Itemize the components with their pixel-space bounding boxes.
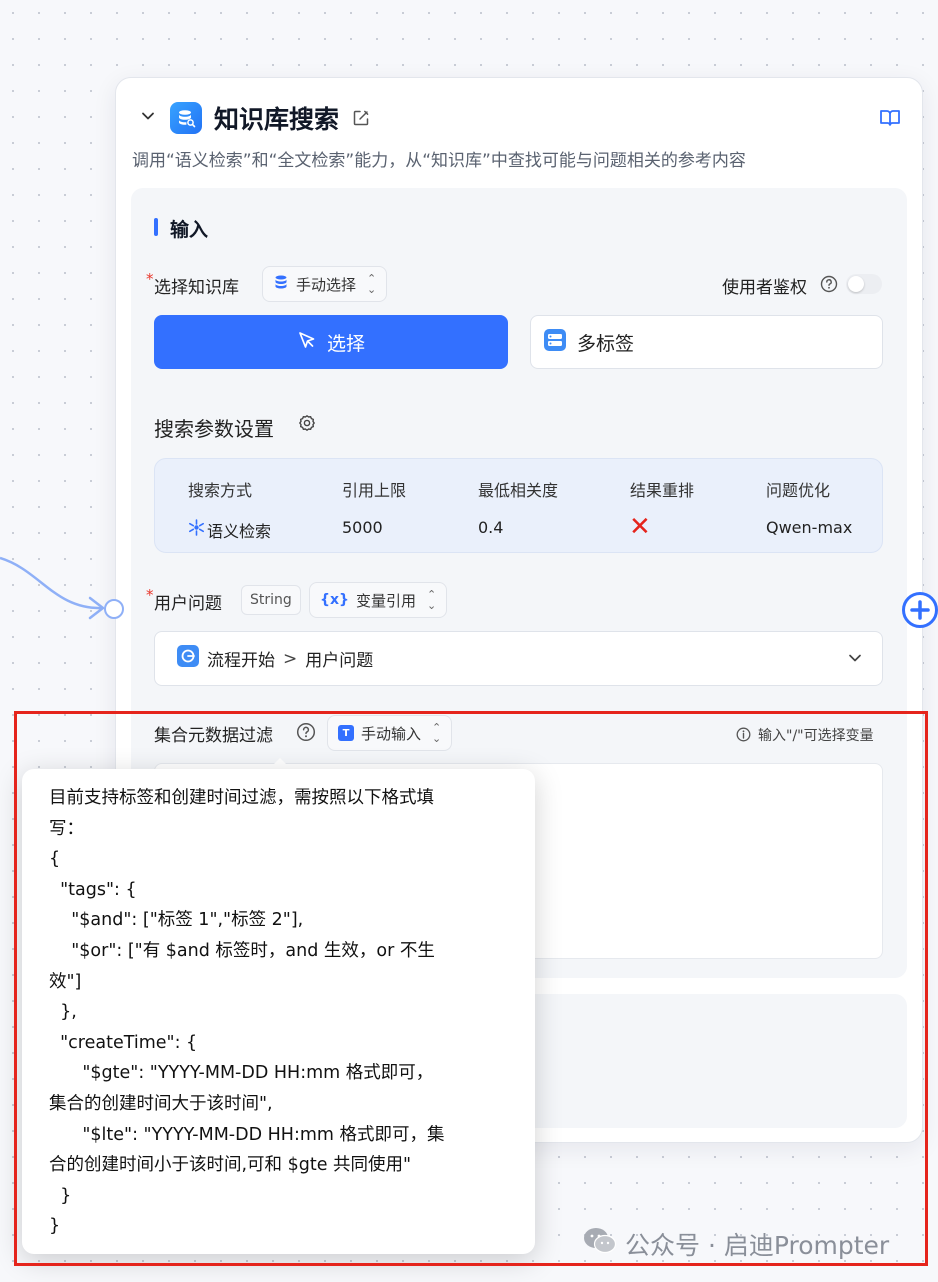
question-variable-select[interactable]: 流程开始 > 用户问题 (154, 631, 883, 686)
collapse-chevron-icon[interactable] (140, 108, 156, 128)
variable-separator: > (283, 648, 298, 669)
tooltip-line: } (49, 1185, 72, 1206)
variable-hint: 输入"/"可选择变量 (758, 728, 874, 744)
section-title-input: 输入 (170, 219, 209, 241)
user-auth-label: 使用者鉴权 (722, 278, 807, 298)
variable-field: 用户问题 (305, 651, 374, 671)
database-search-icon (170, 102, 202, 134)
semantic-search-icon (188, 519, 205, 540)
input-handle[interactable] (104, 599, 124, 619)
chevron-down-icon (847, 650, 863, 671)
metadata-filter-tooltip: 目前支持标签和创建时间过滤，需按照以下格式填 写： { "tags": { "$… (22, 769, 535, 1254)
updown-chevron-icon: ⌃ ⌄ (426, 588, 437, 612)
tooltip-line: 合的创建时间小于该时间,可和 $gte 共同使用" (49, 1155, 412, 1176)
multi-tag-button[interactable]: 多标签 (530, 315, 883, 369)
rerank-off-icon: ✕ (629, 512, 651, 542)
watermark: 公众号 · 启迪Prompter (583, 1226, 889, 1262)
variable-source: 流程开始 (207, 651, 275, 671)
tooltip-line: { (49, 849, 61, 870)
header-optimize: 问题优化 (766, 481, 831, 500)
value-optimize-model: Qwen-max (766, 518, 853, 537)
tooltip-line: "$gte": "YYYY-MM-DD HH:mm 格式即可， (49, 1063, 434, 1084)
header-search-method: 搜索方式 (188, 481, 253, 500)
watermark-text: 公众号 · 启迪Prompter (625, 1231, 890, 1260)
updown-chevron-icon: ⌃ ⌄ (367, 272, 377, 296)
text-input-icon: T (338, 725, 354, 741)
variable-icon: {x} (320, 592, 349, 608)
required-mark: * (146, 270, 154, 288)
info-icon (736, 727, 751, 746)
tooltip-line: } (49, 1216, 61, 1237)
value-limit: 5000 (342, 518, 383, 537)
type-badge: String (241, 585, 301, 615)
tooltip-line: "$and": ["标签 1","标签 2"], (49, 910, 304, 931)
tooltip-line: "createTime": { (49, 1032, 198, 1053)
help-icon[interactable] (820, 275, 838, 297)
select-kb-button-label: 选择 (326, 332, 365, 355)
metadata-filter-label: 集合元数据过滤 (154, 726, 273, 746)
tooltip-line: "$lte": "YYYY-MM-DD HH:mm 格式即可，集 (49, 1124, 445, 1145)
tooltip-line: 集合的创建时间大于该时间", (49, 1093, 273, 1114)
header-rerank: 结果重排 (630, 481, 695, 500)
tooltip-line: 效"] (49, 971, 82, 992)
tooltip-line: 写： (49, 818, 84, 839)
select-kb-button[interactable]: 选择 (154, 315, 508, 369)
multi-tag-button-label: 多标签 (577, 332, 635, 355)
wechat-icon (583, 1227, 617, 1261)
tag-list-icon (543, 328, 567, 357)
add-output-icon[interactable] (901, 591, 938, 633)
header-min-relevance: 最低相关度 (478, 481, 559, 500)
knowledge-base-label: 选择知识库 (154, 278, 239, 298)
book-icon[interactable] (879, 108, 901, 132)
updown-chevron-icon: ⌃ ⌄ (432, 721, 442, 745)
tooltip-line: 目前支持标签和创建时间过滤，需按照以下格式填 (49, 788, 434, 808)
tooltip-line: "tags": { (49, 879, 137, 900)
tooltip-line: }, (49, 1002, 77, 1023)
kb-mode-label: 手动选择 (296, 275, 357, 294)
value-min-relevance: 0.4 (478, 518, 504, 537)
kb-mode-select[interactable]: 手动选择 ⌃ ⌄ (262, 266, 388, 302)
settings-gear-icon[interactable] (297, 414, 317, 438)
header-limit: 引用上限 (342, 481, 407, 500)
section-accent-bar (154, 218, 158, 236)
filter-mode-label: 手动输入 (361, 724, 422, 743)
node-title: 知识库搜索 (214, 105, 340, 134)
value-search-method: 语义检索 (207, 522, 272, 541)
filter-mode-select[interactable]: T 手动输入 ⌃ ⌄ (327, 715, 453, 751)
question-mode-select[interactable]: {x} 变量引用 ⌃ ⌄ (309, 582, 448, 618)
user-auth-toggle[interactable] (846, 274, 882, 294)
cursor-click-icon (297, 330, 317, 355)
flow-start-icon (177, 645, 199, 672)
database-icon (273, 274, 289, 294)
search-params-title: 搜索参数设置 (154, 417, 274, 441)
search-params-table[interactable]: 搜索方式 引用上限 最低相关度 结果重排 问题优化 语义检索 5000 0.4 … (154, 458, 883, 553)
tooltip-line: "$or": ["有 $and 标签时，and 生效，or 不生 (49, 940, 435, 961)
edit-icon[interactable] (352, 109, 370, 131)
question-mode-label: 变量引用 (355, 591, 416, 610)
user-question-label: 用户问题 (154, 594, 222, 614)
required-mark-question: * (146, 586, 154, 604)
help-icon[interactable] (296, 722, 316, 746)
node-description: 调用“语义检索”和“全文检索”能力，从“知识库”中查找可能与问题相关的参考内容 (132, 151, 746, 171)
